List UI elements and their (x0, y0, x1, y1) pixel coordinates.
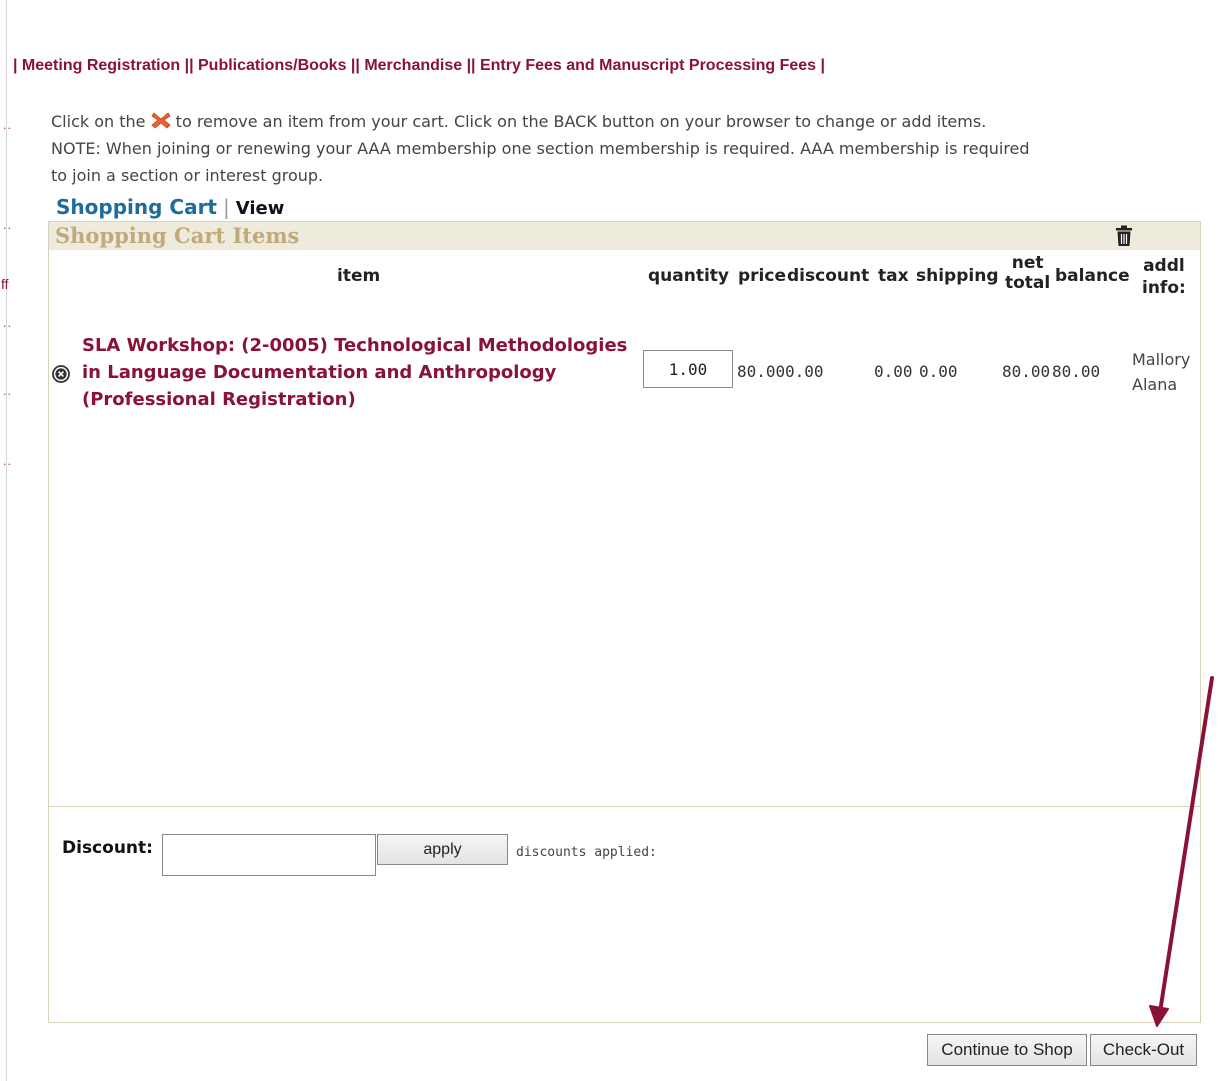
item-name-line2: in Language Documentation and Anthropolo… (82, 362, 557, 383)
panel-title: Shopping Cart Items (55, 223, 300, 248)
header-item: item (337, 266, 381, 286)
left-border (0, 0, 7, 1081)
cart-heading: Shopping Cart | View (56, 195, 284, 219)
cart-item-link[interactable]: SLA Workshop: (2-0005) Technological Met… (82, 332, 642, 413)
remove-item-icon[interactable] (51, 364, 71, 384)
left-edge-mark: ·· (3, 458, 12, 471)
apply-discount-button[interactable]: apply (377, 834, 508, 865)
remove-x-icon (150, 112, 171, 129)
left-edge-mark: ·· (3, 388, 12, 401)
quantity-input[interactable] (643, 350, 733, 388)
left-edge-mark: ·· (3, 320, 12, 333)
header-quantity: quantity (648, 266, 730, 286)
discount-code-input[interactable] (162, 834, 376, 876)
item-name-line1: SLA Workshop: (2-0005) Technological Met… (82, 335, 628, 356)
nav-publications-books[interactable]: Publications/Books (198, 57, 346, 74)
trash-icon[interactable] (1115, 225, 1133, 247)
header-addl-line1: addl (1143, 256, 1185, 276)
cart-view-link[interactable]: View (236, 198, 285, 219)
header-net-total: net total (1005, 253, 1050, 293)
checkout-button[interactable]: Check-Out (1090, 1034, 1197, 1066)
addl-info-line2: Alana (1132, 375, 1178, 394)
continue-shopping-button[interactable]: Continue to Shop (927, 1034, 1087, 1066)
nav-meeting-registration[interactable]: Meeting Registration (22, 57, 180, 74)
header-balance: balance (1055, 266, 1130, 286)
shopping-cart-panel: Shopping Cart Items item quantity price … (48, 221, 1201, 1023)
item-net-total: 80.00 (1002, 362, 1051, 381)
left-edge-text: ff (1, 276, 9, 292)
header-price: price (738, 266, 786, 286)
nav-entry-fees[interactable]: Entry Fees and Manuscript Processing Fee… (480, 57, 816, 74)
left-edge-mark: ·· (3, 122, 12, 135)
instructions-post: to remove an item from your cart. Click … (51, 112, 1030, 185)
header-discount: discount (787, 266, 870, 286)
addl-info-line1: Mallory (1132, 350, 1191, 369)
top-navigation: | Meeting Registration || Publications/B… (13, 57, 825, 74)
header-net-line1: net (1011, 253, 1044, 273)
header-tax: tax (878, 266, 909, 286)
header-addl-info: addl info: (1142, 255, 1186, 299)
item-balance: 80.00 (1052, 362, 1101, 381)
discount-label: Discount: (62, 838, 153, 858)
item-tax: 0.00 (874, 362, 913, 381)
item-discount: 0.00 (785, 362, 824, 381)
cart-title: Shopping Cart (56, 195, 217, 219)
item-additional-info: Mallory Alana (1132, 347, 1190, 397)
nav-merchandise[interactable]: Merchandise (364, 57, 462, 74)
cart-instructions: Click on the to remove an item from your… (51, 108, 1041, 189)
header-net-line2: total (1005, 273, 1051, 293)
header-addl-line2: info: (1142, 278, 1186, 298)
instructions-pre: Click on the (51, 112, 146, 131)
item-price: 80.00 (737, 362, 786, 381)
panel-header: Shopping Cart Items (49, 222, 1200, 250)
cart-title-separator: | (223, 195, 230, 219)
item-shipping: 0.00 (919, 362, 958, 381)
cart-items-area: item quantity price discount tax shippin… (49, 250, 1200, 807)
header-shipping: shipping (916, 266, 999, 286)
left-edge-mark: ·· (3, 222, 12, 235)
item-name-line3: (Professional Registration) (82, 389, 356, 410)
discounts-applied-label: discounts applied: (516, 845, 657, 860)
